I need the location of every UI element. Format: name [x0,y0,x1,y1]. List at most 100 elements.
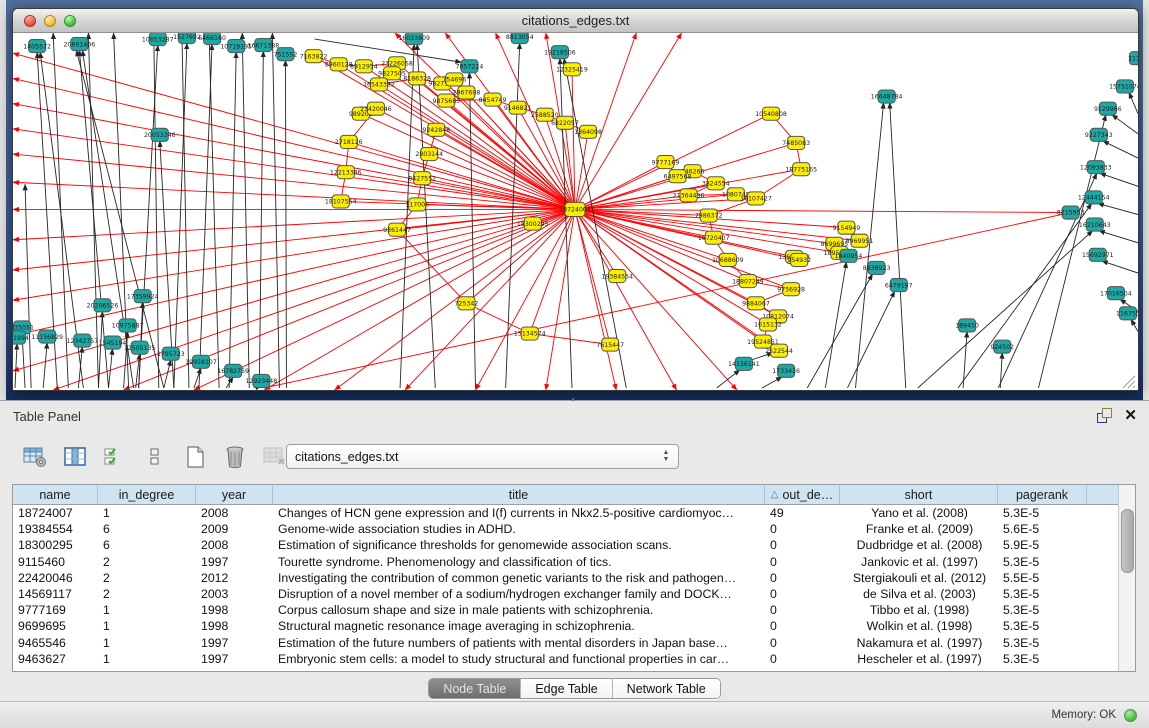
graph-node[interactable]: 10975887 [112,319,144,332]
graph-node[interactable]: 17016504 [1100,287,1132,300]
graph-node[interactable]: 10653287 [142,33,174,46]
stacked-rows-icon[interactable] [142,444,168,470]
column-header-title[interactable]: title [273,485,765,504]
graph-node[interactable]: 8960128 [325,58,353,71]
resize-grip-icon[interactable] [1133,386,1135,388]
network-view-window[interactable]: citations_edges.txt 71638228960128891295… [12,8,1139,391]
graph-node[interactable]: 751552 [274,48,298,61]
graph-node[interactable]: 116755 [1116,307,1138,320]
close-panel-icon[interactable]: ✕ [1124,408,1137,423]
table-settings-icon[interactable] [22,444,48,470]
graph-node[interactable]: 954932 [787,253,811,266]
table-row[interactable]: 977716911998Corpus callosum shape and si… [13,602,1119,618]
table-scrollbar[interactable] [1118,485,1135,671]
table-row[interactable]: 1456911722003Disruption of a novel membe… [13,586,1119,602]
graph-node[interactable]: 12093833 [1080,161,1112,174]
table-row[interactable]: 1938455462009Genome-wide association stu… [13,521,1119,537]
graph-node[interactable]: 10540808 [755,107,787,120]
graph-node[interactable]: 9756928 [777,283,805,296]
select-columns-icon[interactable] [62,444,88,470]
graph-node[interactable]: 18107554 [325,195,357,208]
network-canvas[interactable]: 7163822896012889129542322605898275051654… [13,33,1138,390]
graph-node[interactable]: 16671388 [247,39,279,52]
table-selector-dropdown[interactable]: citations_edges.txt ▲▼ [286,444,679,469]
table-row[interactable]: 1872400712008Changes of HCN gene express… [13,505,1119,521]
graph-node[interactable]: 1795723 [157,347,185,360]
graph-node[interactable]: 19218506 [544,46,576,59]
graph-node[interactable]: 9129966 [1094,102,1122,115]
tab-edge-table[interactable]: Edge Table [521,679,612,698]
citation-network-graph[interactable]: 7163822896012889129542322605898275051654… [13,33,1138,390]
column-header-short[interactable]: short [840,485,998,504]
column-header-name[interactable]: name [13,485,98,504]
graph-node[interactable]: 11129 [1128,52,1138,65]
graph-node[interactable]: 19958107 [185,355,217,368]
table-row[interactable]: 1830029562008Estimation of significance … [13,537,1119,553]
column-header-in_degree[interactable]: in_degree [98,485,196,504]
graph-node[interactable]: 189450 [955,319,979,332]
graph-node[interactable]: 9227343 [1085,128,1113,141]
network-window-titlebar[interactable]: citations_edges.txt [13,9,1138,33]
graph-node[interactable]: 2718126 [335,135,363,148]
graph-node[interactable]: 2803144 [415,147,443,160]
column-header-out_de[interactable]: △out_de… [765,485,840,504]
graph-node[interactable]: 16648784 [871,90,903,103]
graph-node[interactable]: 12342757 [67,334,99,347]
graph-node[interactable]: 7986372 [695,209,723,222]
resize-grip-icon[interactable] [1123,376,1135,388]
table-scrollbar-thumb[interactable] [1121,509,1134,573]
graph-node[interactable]: 20891406 [64,38,96,51]
graph-node[interactable]: 12444154 [1078,191,1110,204]
graph-node[interactable]: 8912954 [350,60,378,73]
table-row[interactable]: 969969511998Structural magnetic resonanc… [13,618,1119,634]
graph-node[interactable]: 20053346 [144,128,176,141]
graph-node[interactable]: 8186328 [403,72,431,85]
svg-text:12923448: 12923448 [245,378,277,385]
tab-node-table[interactable]: Node Table [429,679,521,698]
new-document-icon[interactable] [182,444,208,470]
graph-node[interactable]: 1527602 [173,33,201,44]
graph-node[interactable]: 1405572 [23,40,51,53]
graph-node[interactable]: 10688609 [712,253,744,266]
graph-node[interactable]: 924502 [990,340,1014,353]
column-header-year[interactable]: year [196,485,273,504]
graph-node[interactable]: 725342 [455,297,479,310]
graph-node[interactable]: 7163822 [300,50,328,63]
float-panel-icon[interactable] [1097,408,1112,423]
memory-status-indicator[interactable] [1124,709,1137,722]
graph-node[interactable]: 7615447 [596,338,624,351]
table-row[interactable]: 2242004622012Investigating the contribut… [13,570,1119,586]
graph-node[interactable]: 6479197 [885,279,913,292]
graph-node[interactable]: 16033809 [398,33,430,45]
graph-node[interactable]: 18775165 [785,163,817,176]
graph-node[interactable]: 1545194 [99,336,127,349]
table-cell: Franke et al. (2009) [840,521,998,537]
graph-node[interactable]: 20206526 [87,299,119,312]
graph-node[interactable]: 1733426 [772,364,800,377]
table-toolbar: f(x) [22,441,328,473]
graph-node[interactable]: 8454749 [479,93,507,106]
table-row[interactable]: 911546021997Tourette syndrome. Phenomeno… [13,554,1119,570]
table-cell: 1 [98,651,196,667]
tab-network-table[interactable]: Network Table [613,679,720,698]
graph-node[interactable]: 11156829 [31,330,63,343]
delete-trash-icon[interactable] [222,444,248,470]
table-cell: Dudbridge et al. (2008) [840,537,998,553]
graph-node[interactable]: 7485083 [782,136,810,149]
graph-node[interactable]: 12213386 [330,166,362,179]
graph-node[interactable]: 15751074 [1109,80,1138,93]
row-checklist-icon[interactable] [102,444,128,470]
column-header-pagerank[interactable]: pagerank [998,485,1087,504]
graph-node[interactable]: 17359924 [127,290,159,303]
graph-node[interactable]: 8813054 [506,33,534,44]
svg-text:1795723: 1795723 [157,351,185,358]
graph-node[interactable]: 117006 [405,198,429,211]
graph-node[interactable]: 16210643 [1079,218,1111,231]
graph-node[interactable]: 15134574 [514,327,546,340]
panel-splitter[interactable]: ▴ [567,397,579,403]
graph-node[interactable]: 9154949 [833,221,861,234]
table-row[interactable]: 946554611997Estimation of the future num… [13,635,1119,651]
table-row[interactable]: 946362711997Embryonic stem cells: a mode… [13,651,1119,667]
graph-node[interactable]: 15692971 [1082,248,1114,261]
graph-node[interactable]: 754696 [442,73,466,86]
